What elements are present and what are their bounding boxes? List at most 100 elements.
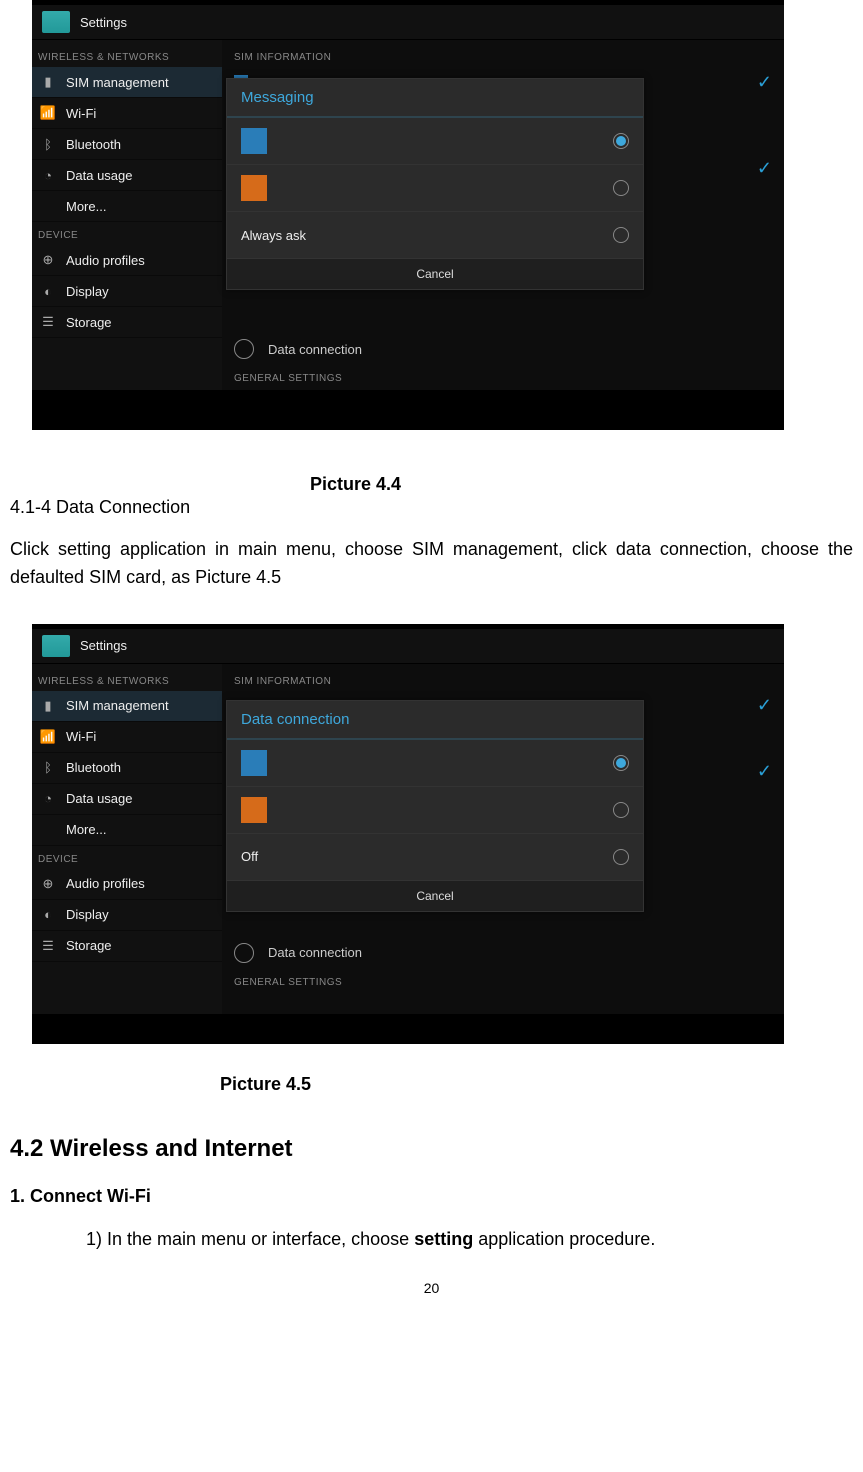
cancel-label: Cancel [416,889,453,903]
row-bluetooth-label: Bluetooth [66,760,121,775]
right-header-general: GENERAL SETTINGS [222,971,784,994]
messaging-dialog: Messaging Always ask Cancel [226,78,644,290]
step1-part-c: application procedure. [473,1229,655,1249]
row-audio-label: Audio profiles [66,876,145,891]
data-connection-row[interactable]: Data connection [222,331,784,367]
settings-title-bar: Settings [32,5,784,40]
dialog-option-sim1[interactable] [227,118,643,165]
row-sim-label: SIM management [66,75,169,90]
dialog-cancel-button[interactable]: Cancel [227,259,643,289]
row-bluetooth[interactable]: ᛒ Bluetooth [32,129,222,160]
row-sim-label: SIM management [66,698,169,713]
check-icon: ✓ [757,72,772,93]
connect-wifi-heading: 1. Connect Wi-Fi [10,1183,853,1211]
radio-icon [613,227,629,243]
caption-picture-4-4: Picture 4.4 [10,474,853,495]
wifi-icon: 📶 [40,729,56,745]
dialog-option-sim2[interactable] [227,165,643,212]
cancel-label: Cancel [416,267,453,281]
row-more[interactable]: More... [32,191,222,222]
row-storage-label: Storage [66,315,112,330]
radio-selected-icon [613,755,629,771]
more-icon [40,198,56,214]
sim1-color-icon [241,128,267,154]
row-display-label: Display [66,907,109,922]
data-usage-icon: ◔ [40,167,56,183]
step1-part-a: 1) In the main menu or interface, choose [86,1229,414,1249]
right-header-general: GENERAL SETTINGS [222,367,784,390]
globe-icon [234,339,254,359]
check-icon: ✓ [757,158,772,179]
settings-app-icon [42,635,70,657]
row-data-label: Data usage [66,791,133,806]
settings-app-icon [42,11,70,33]
sim-icon: ▮ [40,698,56,714]
sim2-color-icon [241,175,267,201]
data-connection-label: Data connection [268,342,362,357]
dialog-cancel-button[interactable]: Cancel [227,881,643,911]
row-wifi[interactable]: 📶 Wi-Fi [32,98,222,129]
row-storage[interactable]: ☰ Storage [32,931,222,962]
settings-title-bar: Settings [32,629,784,664]
row-storage-label: Storage [66,938,112,953]
wifi-icon: 📶 [40,105,56,121]
step1-part-b: setting [414,1229,473,1249]
dialog-title: Data connection [227,701,643,740]
dialog-option-sim1[interactable] [227,740,643,787]
row-wifi[interactable]: 📶 Wi-Fi [32,722,222,753]
dialog-title: Messaging [227,79,643,118]
display-icon: ◐ [40,283,56,299]
row-audio-profiles[interactable]: ⊕ Audio profiles [32,869,222,900]
right-header-sim-info: SIM INFORMATION [222,46,784,69]
row-wifi-label: Wi-Fi [66,106,96,121]
settings-title-text: Settings [80,638,127,653]
audio-icon: ⊕ [40,876,56,892]
storage-icon: ☰ [40,314,56,330]
check-icon: ✓ [757,695,772,716]
row-display[interactable]: ◐ Display [32,276,222,307]
data-connection-dialog: Data connection Off Cancel [226,700,644,912]
dialog-option-off[interactable]: Off [227,834,643,881]
row-storage[interactable]: ☰ Storage [32,307,222,338]
row-more-label: More... [66,199,106,214]
more-icon [40,822,56,838]
page-number: 20 [10,1280,853,1296]
sim2-color-icon [241,797,267,823]
subsection-title: 4.1-4 Data Connection [10,497,853,518]
display-icon: ◐ [40,907,56,923]
row-display[interactable]: ◐ Display [32,900,222,931]
row-more[interactable]: More... [32,815,222,846]
dialog-option-sim2[interactable] [227,787,643,834]
screenshot-picture-4-5: Settings WIRELESS & NETWORKS ▮ SIM manag… [32,624,784,1044]
row-audio-profiles[interactable]: ⊕ Audio profiles [32,245,222,276]
radio-icon [613,849,629,865]
row-display-label: Display [66,284,109,299]
row-data-usage[interactable]: ◔ Data usage [32,784,222,815]
caption-picture-4-5: Picture 4.5 [10,1074,853,1095]
screenshot-picture-4-4: Settings WIRELESS & NETWORKS ▮ SIM manag… [32,0,784,430]
settings-title-text: Settings [80,15,127,30]
row-more-label: More... [66,822,106,837]
bluetooth-icon: ᛒ [40,760,56,776]
bluetooth-icon: ᛒ [40,136,56,152]
radio-icon [613,802,629,818]
radio-selected-icon [613,133,629,149]
sim1-color-icon [241,750,267,776]
audio-icon: ⊕ [40,252,56,268]
row-sim-management[interactable]: ▮ SIM management [32,67,222,98]
row-sim-management[interactable]: ▮ SIM management [32,691,222,722]
globe-icon [234,943,254,963]
category-device: DEVICE [32,222,222,245]
data-connection-row[interactable]: Data connection [222,935,784,971]
row-bluetooth[interactable]: ᛒ Bluetooth [32,753,222,784]
data-usage-icon: ◔ [40,791,56,807]
check-icon: ✓ [757,761,772,782]
row-data-usage[interactable]: ◔ Data usage [32,160,222,191]
radio-icon [613,180,629,196]
paragraph-4-1-4: Click setting application in main menu, … [10,536,853,592]
row-data-label: Data usage [66,168,133,183]
sim-icon: ▮ [40,74,56,90]
dialog-option-always-ask[interactable]: Always ask [227,212,643,259]
row-bluetooth-label: Bluetooth [66,137,121,152]
category-wireless: WIRELESS & NETWORKS [32,668,222,691]
